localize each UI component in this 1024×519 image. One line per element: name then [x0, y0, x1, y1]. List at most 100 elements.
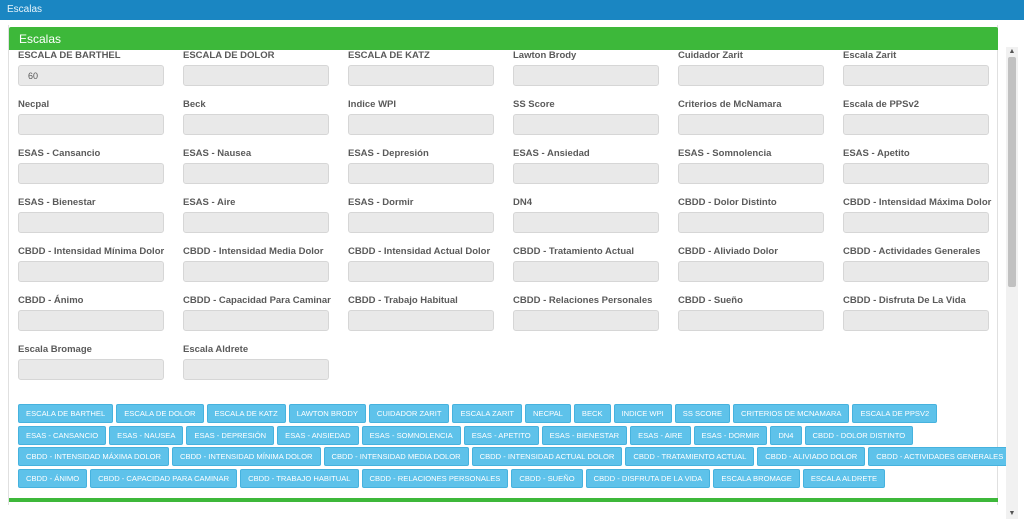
scale-button[interactable]: CBDD - TRABAJO HABITUAL	[240, 468, 359, 488]
scale-button[interactable]: LAWTON BRODY	[288, 404, 366, 423]
field-input[interactable]	[843, 261, 989, 282]
field-label: Lawton Brody	[513, 50, 577, 61]
field-input[interactable]	[843, 163, 989, 184]
field-input[interactable]	[183, 212, 329, 233]
chevron-down-icon[interactable]: ▼	[1008, 510, 1016, 518]
field-input[interactable]	[18, 261, 164, 282]
scale-button[interactable]: CBDD - INTENSIDAD MEDIA DOLOR	[323, 447, 469, 466]
scale-button[interactable]: ESCALA ALDRETE	[802, 468, 886, 488]
scale-button[interactable]: ESCALA BROMAGE	[713, 468, 800, 488]
field-label: ESAS - Aire	[183, 197, 236, 208]
scale-button[interactable]: CRITERIOS DE MCNAMARA	[733, 404, 850, 423]
vertical-scrollbar[interactable]: ▲ ▼	[1006, 47, 1018, 519]
scale-button[interactable]: CBDD - ÁNIMO	[18, 468, 88, 488]
field-input[interactable]	[513, 212, 659, 233]
field-input[interactable]	[18, 163, 164, 184]
scale-button[interactable]: CBDD - ACTIVIDADES GENERALES	[868, 447, 1012, 466]
scale-button[interactable]: ESAS - CANSANCIO	[18, 425, 107, 445]
field-label: DN4	[513, 197, 533, 208]
field-input[interactable]	[678, 261, 824, 282]
field-label: ESAS - Apetito	[843, 148, 910, 159]
field-input[interactable]	[678, 163, 824, 184]
field-label: SS Score	[513, 99, 555, 110]
scale-button[interactable]: INDICE WPI	[613, 404, 672, 423]
field-input[interactable]	[18, 212, 164, 233]
field-input[interactable]	[183, 114, 329, 135]
field-label: ESAS - Dormir	[348, 197, 414, 208]
scale-button[interactable]: CBDD - DISFRUTA DE LA VIDA	[585, 468, 711, 488]
scale-button[interactable]: ESAS - NAUSEA	[109, 425, 184, 445]
field-input[interactable]	[183, 163, 329, 184]
field-label: ESAS - Ansiedad	[513, 148, 590, 159]
scale-button[interactable]: SS SCORE	[674, 404, 731, 423]
field-input[interactable]	[843, 212, 989, 233]
field-input[interactable]	[678, 65, 824, 86]
field-label: CBDD - Intensidad Media Dolor	[183, 246, 324, 257]
scale-button[interactable]: CBDD - INTENSIDAD MÍNIMA DOLOR	[172, 447, 321, 466]
field-label: CBDD - Aliviado Dolor	[678, 246, 778, 257]
field-label: Escala Aldrete	[183, 344, 249, 355]
field-input[interactable]	[513, 114, 659, 135]
field-input[interactable]	[678, 310, 824, 331]
field-input[interactable]	[678, 212, 824, 233]
scrollbar-thumb[interactable]	[1008, 57, 1016, 287]
field-input[interactable]	[348, 65, 494, 86]
field-input[interactable]	[678, 114, 824, 135]
field-input[interactable]	[348, 310, 494, 331]
scale-button[interactable]: CBDD - CAPACIDAD PARA CAMINAR	[90, 468, 238, 488]
field-label: ESAS - Somnolencia	[678, 148, 772, 159]
field-input[interactable]	[843, 114, 989, 135]
button-row: CBDD - ÁNIMO CBDD - CAPACIDAD PARA CAMINA…	[18, 468, 886, 488]
field-input[interactable]	[18, 359, 164, 380]
scale-button[interactable]: ESCALA ZARIT	[452, 404, 523, 423]
scale-button[interactable]: ESAS - DEPRESIÓN	[186, 425, 275, 445]
field-input[interactable]	[18, 310, 164, 331]
field-input[interactable]	[183, 310, 329, 331]
field-input[interactable]	[513, 163, 659, 184]
scale-button[interactable]: CBDD - INTENSIDAD MÁXIMA DOLOR	[18, 447, 170, 466]
scale-button[interactable]: CBDD - RELACIONES PERSONALES	[361, 468, 509, 488]
field-input[interactable]	[513, 310, 659, 331]
content-frame: Escalas ESCALA DE BARTHEL 60 ESCALA DE DOL…	[0, 20, 1024, 519]
field-label: ESCALA DE KATZ	[348, 50, 430, 61]
scale-button[interactable]: ESAS - AIRE	[630, 425, 691, 445]
field-label: Indice WPI	[348, 99, 397, 110]
scale-button[interactable]: CBDD - DOLOR DISTINTO	[804, 425, 914, 445]
scale-button[interactable]: ESAS - DORMIR	[693, 425, 768, 445]
scale-button[interactable]: DN4	[770, 425, 802, 445]
field-input[interactable]	[348, 261, 494, 282]
field-input[interactable]	[348, 114, 494, 135]
field-input[interactable]	[513, 261, 659, 282]
field-input[interactable]	[18, 114, 164, 135]
scale-button[interactable]: ESAS - BIENESTAR	[541, 425, 628, 445]
field-label: CBDD - Trabajo Habitual	[348, 295, 458, 306]
scale-button[interactable]: CBDD - SUEÑO	[511, 468, 583, 488]
scale-button[interactable]: CBDD - INTENSIDAD ACTUAL DOLOR	[471, 447, 623, 466]
field-input[interactable]	[348, 212, 494, 233]
scale-button[interactable]: ESAS - ANSIEDAD	[277, 425, 359, 445]
field-input[interactable]	[513, 65, 659, 86]
scale-button[interactable]: ESCALA DE BARTHEL	[18, 404, 114, 423]
scale-button[interactable]: ESAS - APETITO	[463, 425, 539, 445]
field-label: Beck	[183, 99, 206, 110]
field-input[interactable]: 60	[18, 65, 164, 86]
scale-button[interactable]: CUIDADOR ZARIT	[368, 404, 450, 423]
field-input[interactable]	[348, 163, 494, 184]
button-row: ESAS - CANSANCIO ESAS - NAUSEA ESAS - DEPR…	[18, 425, 914, 445]
scale-button[interactable]: ESCALA DE DOLOR	[116, 404, 204, 423]
field-input[interactable]	[183, 359, 329, 380]
field-label: CBDD - Capacidad Para Caminar	[183, 295, 331, 306]
field-input[interactable]	[183, 261, 329, 282]
scale-button[interactable]: ESCALA DE KATZ	[206, 404, 286, 423]
chevron-up-icon[interactable]: ▲	[1008, 48, 1016, 56]
field-input[interactable]	[183, 65, 329, 86]
scale-button[interactable]: BECK	[573, 404, 611, 423]
scale-button[interactable]: CBDD - ALIVIADO DOLOR	[757, 447, 866, 466]
field-input[interactable]	[843, 310, 989, 331]
scale-button[interactable]: ESCALA DE PPSV2	[852, 404, 938, 423]
field-label: CBDD - Dolor Distinto	[678, 197, 777, 208]
field-input[interactable]	[843, 65, 989, 86]
scale-button[interactable]: CBDD - TRATAMIENTO ACTUAL	[625, 447, 755, 466]
scale-button[interactable]: NECPAL	[525, 404, 571, 423]
scale-button[interactable]: ESAS - SOMNOLENCIA	[361, 425, 461, 445]
